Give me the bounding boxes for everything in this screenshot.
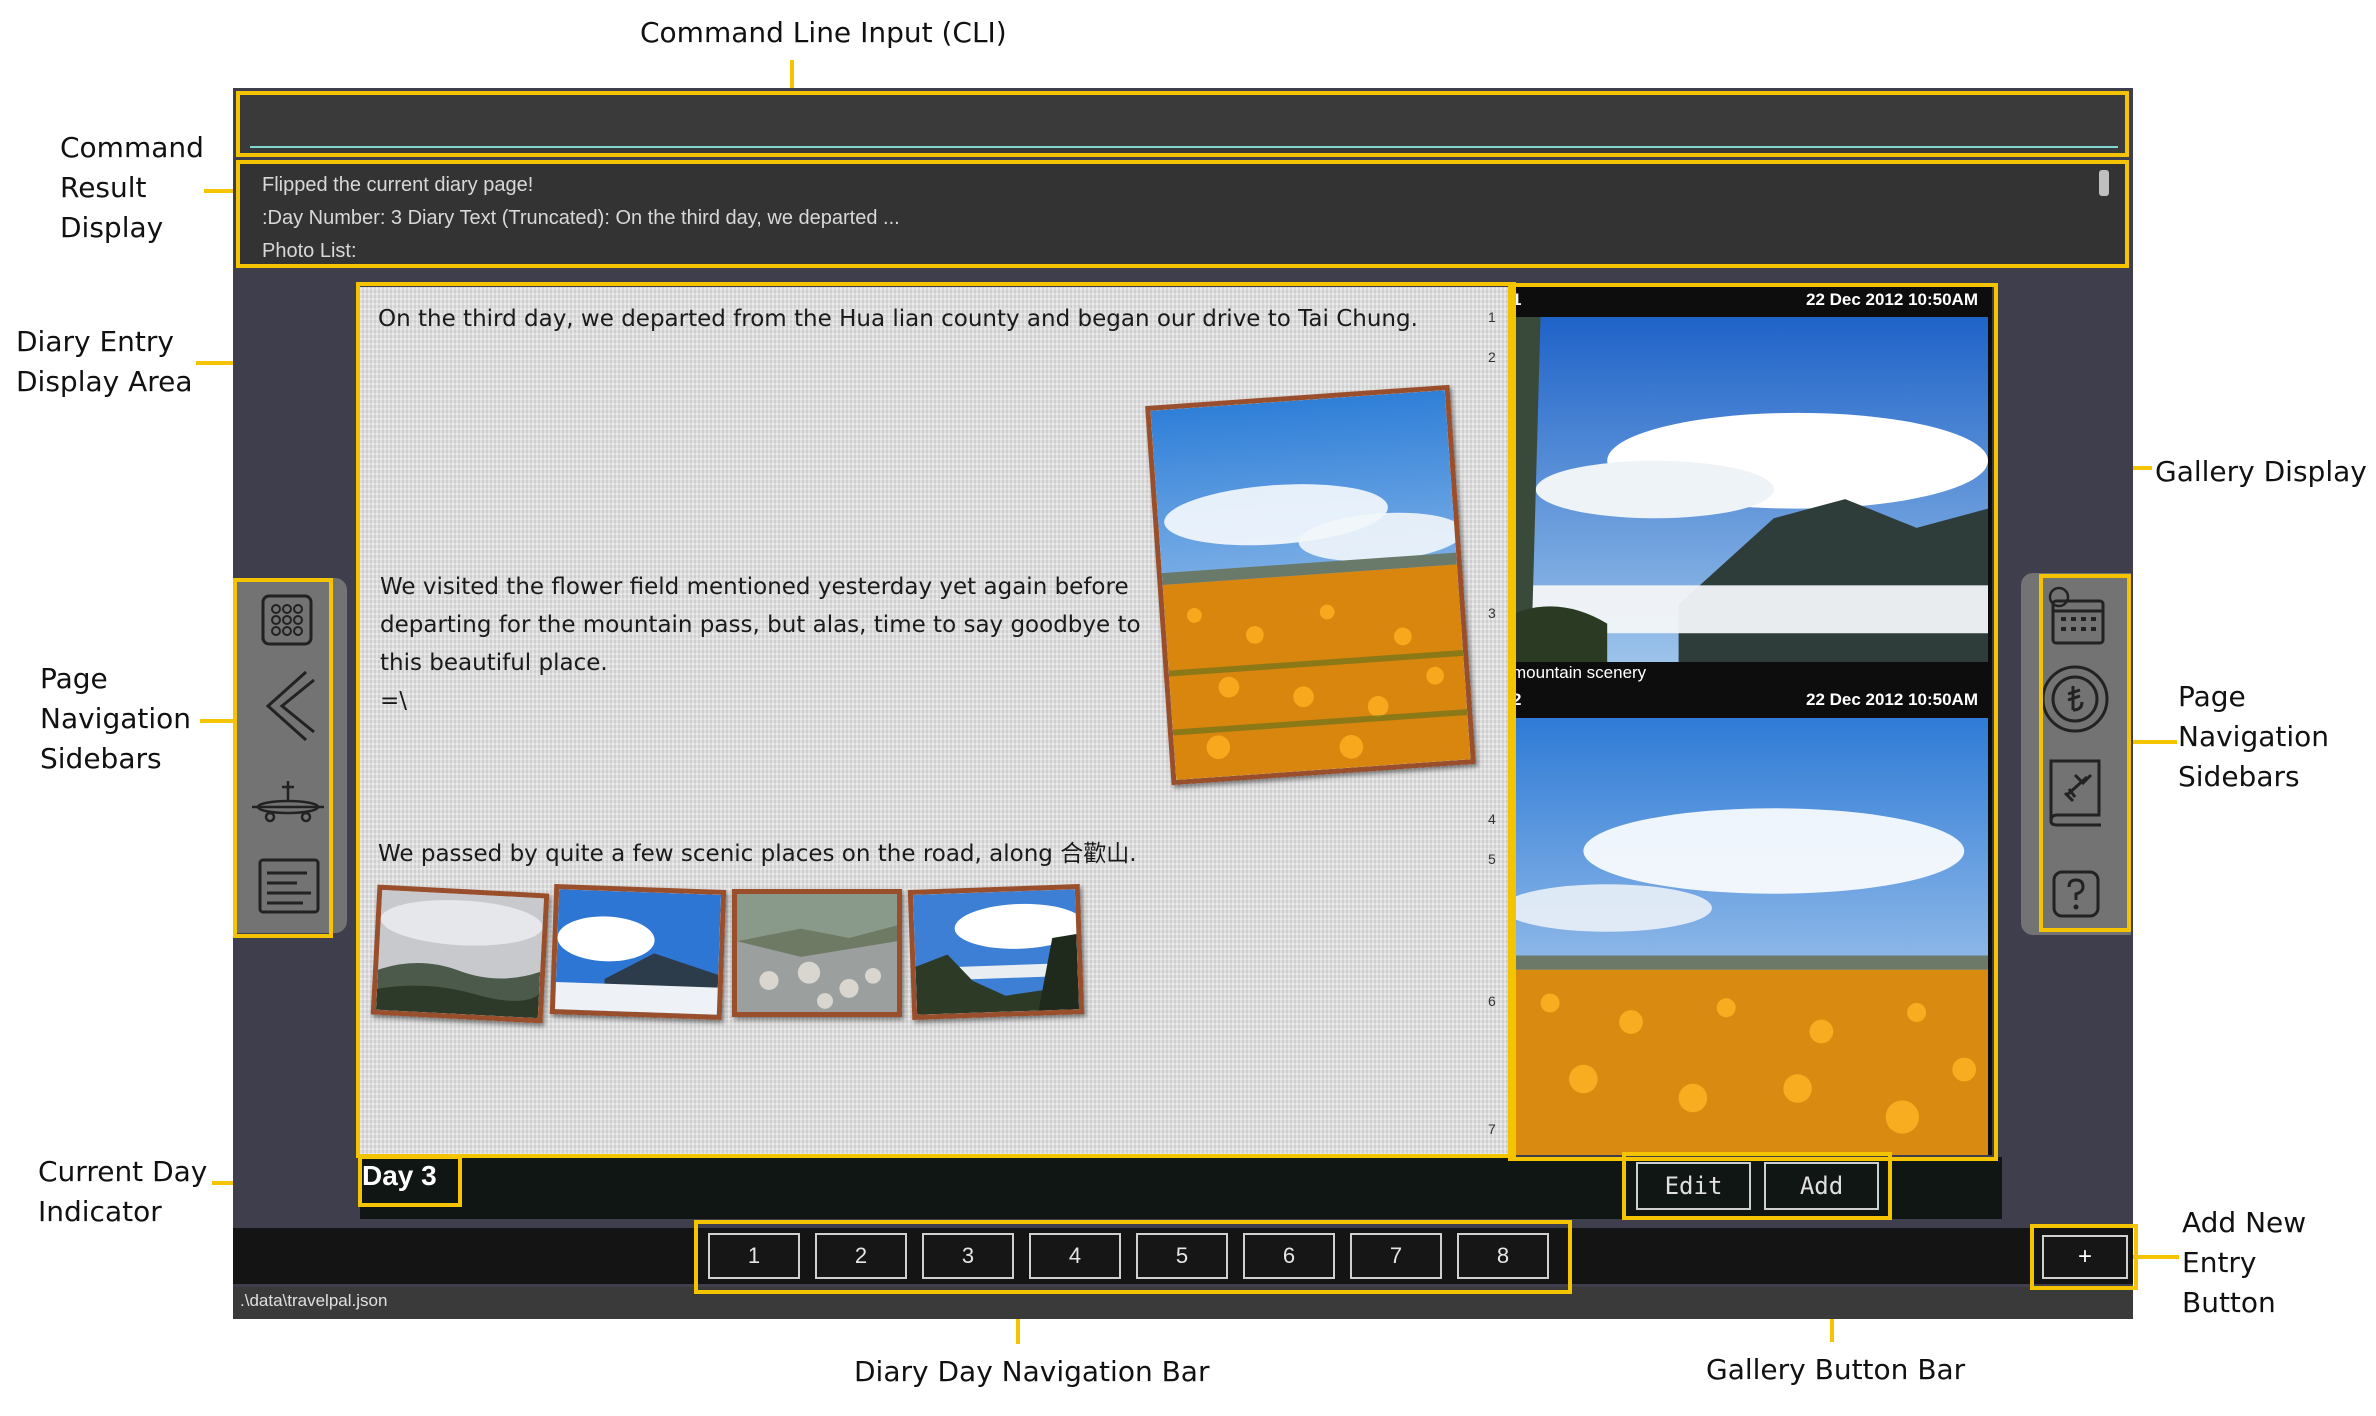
annotation-diary-line: Diary Entry [16, 325, 174, 358]
grid-icon[interactable] [255, 588, 319, 652]
result-line: Photo List: [262, 240, 357, 262]
annotation-gallery-buttons: Gallery Button Bar [1706, 1353, 1966, 1386]
line-number: 2 [1488, 349, 1496, 365]
diary-footer-bar [360, 1157, 2002, 1219]
gallery-item-date: 22 Dec 2012 10:50AM [1805, 290, 1978, 309]
leader-line [200, 719, 236, 723]
annotation-day-indicator: Current Day Indicator [38, 1152, 207, 1232]
result-line: :Day Number: 3 Diary Text (Truncated): O… [262, 207, 900, 229]
annotation-result: Command Result Display [60, 128, 204, 248]
diary-photo-river-gorge[interactable] [732, 889, 902, 1017]
line-number: 6 [1488, 993, 1496, 1009]
travel-book-icon[interactable] [2041, 751, 2111, 831]
day-nav-button[interactable]: 7 [1350, 1233, 1442, 1279]
diary-photo-mountain-clouds[interactable] [370, 884, 550, 1024]
right-page-navigation-sidebar [2021, 573, 2131, 935]
annotation-result-line: Command [60, 131, 204, 164]
diary-photo-sea-of-clouds[interactable] [549, 884, 727, 1020]
annotation-day-indicator-line: Current Day [38, 1155, 208, 1188]
diary-line: this beautiful place. [380, 650, 608, 676]
command-result-display: Flipped the current diary page! :Day Num… [240, 164, 2125, 264]
gallery-item-index: 1 [1512, 290, 1522, 309]
leader-line [2129, 740, 2177, 744]
day-nav-button[interactable]: 3 [922, 1233, 1014, 1279]
gallery-edit-button[interactable]: Edit [1636, 1162, 1751, 1210]
annotation-day-indicator-line: Indicator [38, 1195, 162, 1228]
annotation-left-nav-line: Page [40, 662, 108, 695]
day-nav-button[interactable]: 2 [815, 1233, 907, 1279]
diary-photo-mountain-view[interactable] [907, 884, 1085, 1020]
annotation-diary-line: Display Area [16, 365, 193, 398]
diary-entry-display: On the third day, we departed from the H… [360, 287, 1510, 1155]
list-icon[interactable] [253, 854, 325, 918]
left-page-navigation-sidebar [235, 578, 347, 933]
day-nav-button[interactable]: 6 [1243, 1233, 1335, 1279]
status-file-path: .\data\travelpal.json [240, 1291, 388, 1310]
annotation-result-line: Result [60, 171, 147, 204]
line-number: 4 [1488, 811, 1496, 827]
back-chevron-icon[interactable] [253, 666, 323, 746]
gallery-photo-mountain-scenery[interactable] [1512, 317, 1988, 662]
annotation-left-nav-line: Navigation [40, 702, 192, 735]
add-new-entry-button[interactable]: + [2042, 1235, 2128, 1279]
annotation-add-entry-line: Button [2182, 1286, 2276, 1319]
day-nav-button[interactable]: 1 [708, 1233, 800, 1279]
annotation-result-line: Display [60, 211, 164, 244]
day-nav-button[interactable]: 5 [1136, 1233, 1228, 1279]
diary-paragraph: We passed by quite a few scenic places o… [378, 841, 1137, 867]
result-scrollbar[interactable] [2099, 170, 2109, 196]
line-number: 1 [1488, 309, 1496, 325]
diary-paragraph: On the third day, we departed from the H… [378, 306, 1418, 332]
line-number: 5 [1488, 851, 1496, 867]
leader-line [2133, 1255, 2179, 1259]
diary-line: departing for the mountain pass, but ala… [380, 612, 1141, 638]
annotation-diary: Diary Entry Display Area [16, 322, 193, 402]
gallery-item-caption: mountain scenery [1512, 663, 1647, 682]
gallery-item-date: 22 Dec 2012 10:50AM [1805, 690, 1978, 709]
day-nav-button[interactable]: 8 [1457, 1233, 1549, 1279]
annotation-cli: Command Line Input (CLI) [640, 16, 1007, 49]
gallery-photo-flower-field[interactable] [1502, 718, 1988, 1155]
line-number: 3 [1488, 605, 1496, 621]
annotation-right-nav-line: Sidebars [2178, 760, 2300, 793]
diary-photo-flower-field[interactable] [1145, 384, 1476, 786]
calendar-icon[interactable] [2041, 581, 2111, 651]
annotation-left-nav: Page Navigation Sidebars [40, 659, 191, 779]
line-number: 7 [1488, 1121, 1496, 1137]
result-line: Flipped the current diary page! [262, 174, 534, 196]
annotation-add-entry: Add New Entry Button [2182, 1203, 2306, 1323]
annotation-gallery: Gallery Display [2155, 455, 2367, 488]
gallery-add-button[interactable]: Add [1764, 1162, 1879, 1210]
cli-focus-underline [250, 146, 2118, 148]
annotation-add-entry-line: Entry [2182, 1246, 2257, 1279]
diary-line: =\ [380, 688, 408, 714]
command-line-input[interactable] [240, 95, 2125, 153]
diary-paragraph: We visited the flower field mentioned ye… [380, 568, 1141, 720]
help-icon[interactable] [2045, 863, 2107, 925]
annotation-right-nav-line: Navigation [2178, 720, 2330, 753]
current-day-indicator: Day 3 [362, 1160, 437, 1191]
annotation-right-nav: Page Navigation Sidebars [2178, 677, 2329, 797]
airplane-icon[interactable] [243, 772, 333, 832]
annotation-left-nav-line: Sidebars [40, 742, 162, 775]
status-bar [233, 1287, 2133, 1319]
gallery-display: 1 22 Dec 2012 10:50AM mountain scenery 2… [1502, 287, 1992, 1155]
diary-line: We visited the flower field mentioned ye… [380, 574, 1129, 600]
gallery-item-index: 2 [1512, 690, 1522, 709]
annotation-right-nav-line: Page [2178, 680, 2246, 713]
currency-icon[interactable] [2037, 661, 2113, 737]
day-nav-button[interactable]: 4 [1029, 1233, 1121, 1279]
annotation-day-nav: Diary Day Navigation Bar [854, 1355, 1210, 1388]
annotation-add-entry-line: Add New [2182, 1206, 2307, 1239]
